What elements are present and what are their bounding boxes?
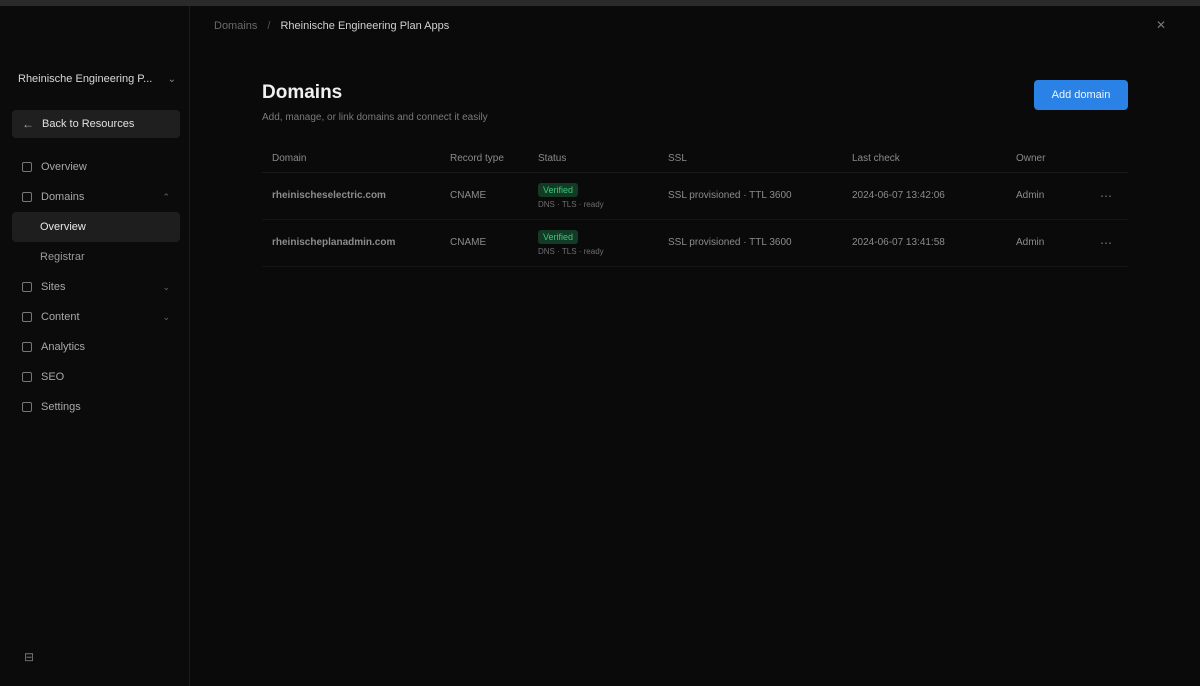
column-header[interactable]: Status <box>528 146 658 173</box>
sidebar-subitem-registrar[interactable]: Registrar <box>12 242 180 272</box>
add-domain-button[interactable]: Add domain <box>1034 80 1128 110</box>
ssl-info: SSL provisioned · TTL 3600 <box>658 219 842 267</box>
domain-name[interactable]: rheinischeplanadmin.com <box>262 219 440 267</box>
table-header-row: Domain Record type Status SSL Last check… <box>262 146 1128 173</box>
sidebar-item-sites[interactable]: Sites ⌄ <box>12 272 180 302</box>
row-actions-cell: ⋯ <box>1090 172 1128 220</box>
sidebar-nav: Overview Domains ⌃ Overview Registrar Si… <box>12 152 180 422</box>
chevron-up-icon: ⌃ <box>162 191 170 202</box>
breadcrumb-parent[interactable]: Domains <box>214 20 257 32</box>
last-check: 2024-06-07 13:42:06 <box>842 172 1006 220</box>
status-cell: Verified DNS · TLS · ready <box>528 219 658 267</box>
grid-icon <box>22 162 32 172</box>
sidebar-item-seo[interactable]: SEO <box>12 362 180 392</box>
chevron-down-icon: ⌄ <box>167 73 176 85</box>
sidebar-subitem-label: Registrar <box>40 251 85 263</box>
sidebar-item-label: Analytics <box>41 341 86 353</box>
column-header[interactable]: Last check <box>842 146 1006 173</box>
layers-icon <box>22 282 32 292</box>
arrow-left-icon: ← <box>22 117 34 131</box>
status-badge: Verified <box>538 229 579 244</box>
more-options-icon[interactable]: ⋯ <box>1100 189 1112 203</box>
globe-icon <box>22 192 32 202</box>
column-header[interactable]: Record type <box>440 146 528 173</box>
ssl-info: SSL provisioned · TTL 3600 <box>658 172 842 220</box>
sidebar-item-overview[interactable]: Overview <box>12 152 180 182</box>
table-row[interactable]: rheinischeplanadmin.com CNAME Verified D… <box>262 219 1128 267</box>
back-to-resources-button[interactable]: ← Back to Resources <box>12 110 180 138</box>
back-button-label: Back to Resources <box>42 118 135 130</box>
sidebar-item-analytics[interactable]: Analytics <box>12 332 180 362</box>
breadcrumb-separator: / <box>267 20 271 32</box>
status-note: DNS · TLS · ready <box>538 199 604 209</box>
sidebar-item-label: Sites <box>41 281 66 293</box>
add-domain-label: Add domain <box>1051 89 1111 101</box>
sidebar-item-content[interactable]: Content ⌄ <box>12 302 180 332</box>
column-header[interactable]: Owner <box>1006 146 1090 173</box>
table-row[interactable]: rheinischeselectric.com CNAME Verified D… <box>262 172 1128 220</box>
page-subtitle: Add, manage, or link domains and connect… <box>262 112 488 123</box>
close-icon[interactable]: ✕ <box>1152 16 1170 34</box>
file-icon <box>22 312 32 322</box>
owner: Admin <box>1006 219 1090 267</box>
sidebar-item-label: Settings <box>41 401 81 413</box>
sidebar-item-label: Content <box>41 311 80 323</box>
sidebar-item-settings[interactable]: Settings <box>12 392 180 422</box>
workspace-name: Rheinische Engineering P... <box>18 73 153 85</box>
more-options-icon[interactable]: ⋯ <box>1100 236 1112 250</box>
sidebar-item-label: Domains <box>41 191 85 203</box>
row-actions-cell: ⋯ <box>1090 219 1128 267</box>
page-title: Domains <box>262 82 343 103</box>
status-badge: Verified <box>538 182 579 197</box>
breadcrumb-current: Rheinische Engineering Plan Apps <box>280 20 450 32</box>
last-check: 2024-06-07 13:41:58 <box>842 219 1006 267</box>
domains-table: Domain Record type Status SSL Last check… <box>262 146 1128 267</box>
workspace-switcher[interactable]: Rheinische Engineering P... ⌄ <box>18 66 176 92</box>
owner: Admin <box>1006 172 1090 220</box>
chevron-down-icon: ⌄ <box>162 281 170 292</box>
column-header[interactable]: Domain <box>262 146 440 173</box>
main-content: Domains Add, manage, or link domains and… <box>262 80 1130 126</box>
breadcrumb: Domains / Rheinische Engineering Plan Ap… <box>214 16 449 36</box>
status-cell: Verified DNS · TLS · ready <box>528 172 658 220</box>
gear-icon <box>22 402 32 412</box>
record-type: CNAME <box>440 172 528 220</box>
chevron-down-icon: ⌄ <box>162 311 170 322</box>
search-icon <box>22 372 32 382</box>
sidebar-item-label: SEO <box>41 371 65 383</box>
sidebar: Rheinische Engineering P... ⌄ ← Back to … <box>0 6 190 686</box>
sidebar-subitem-domains-overview[interactable]: Overview <box>12 212 180 242</box>
chart-icon <box>22 342 32 352</box>
domain-name[interactable]: rheinischeselectric.com <box>262 172 440 220</box>
status-note: DNS · TLS · ready <box>538 246 604 256</box>
column-header-actions <box>1090 146 1128 173</box>
collapse-sidebar-icon[interactable]: ⊟ <box>22 650 36 664</box>
sidebar-item-domains[interactable]: Domains ⌃ <box>12 182 180 212</box>
column-header[interactable]: SSL <box>658 146 842 173</box>
sidebar-subitem-label: Overview <box>40 221 86 233</box>
record-type: CNAME <box>440 219 528 267</box>
sidebar-item-label: Overview <box>41 161 87 173</box>
